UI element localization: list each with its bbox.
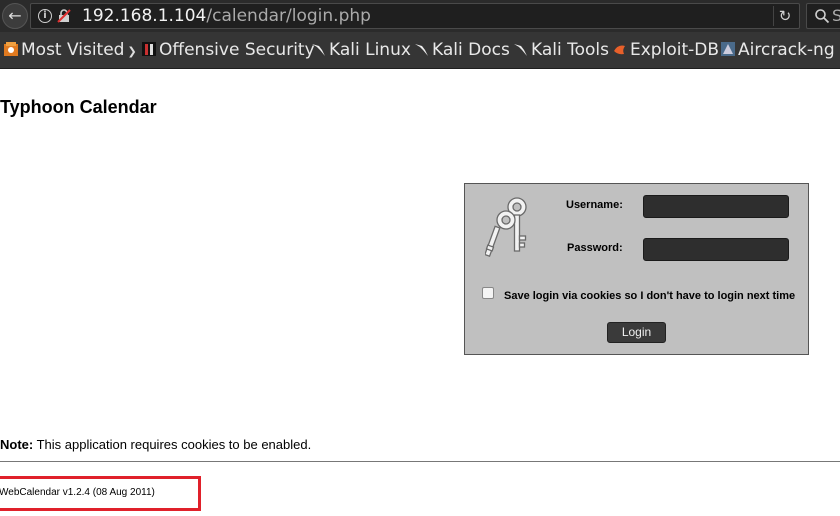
login-button[interactable]: Login [607, 322, 666, 343]
cookies-note: Note: This application requires cookies … [0, 437, 311, 452]
bookmark-aircrack-ng[interactable]: Aircrack-ng [720, 32, 835, 68]
remember-login-label[interactable]: Save login via cookies so I don't have t… [504, 290, 795, 302]
page-title: Typhoon Calendar [0, 97, 157, 117]
bookmark-offensive-security[interactable]: Offensive Security [141, 32, 315, 68]
browser-toolbar: ← i 192.168.1.104/calendar/login.php ↻ S [0, 0, 840, 32]
remember-login-checkbox[interactable] [482, 287, 494, 299]
kali-dragon-icon [312, 44, 325, 56]
insecure-lock-icon[interactable] [57, 9, 71, 23]
bookmark-kali-linux[interactable]: Kali Linux [311, 32, 411, 68]
bookmark-label: Offensive Security [159, 40, 315, 60]
footer-divider [0, 461, 840, 462]
search-box[interactable]: S [806, 3, 840, 29]
most-visited-icon [4, 42, 18, 56]
kali-dragon-icon [514, 44, 527, 56]
kali-dragon-icon [415, 44, 428, 56]
bookmark-most-visited[interactable]: Most Visited ❯ [3, 32, 137, 68]
bookmarks-toolbar: Most Visited ❯ Offensive Security Kali Li… [0, 32, 840, 69]
offsec-icon [142, 42, 156, 56]
address-bar[interactable]: i 192.168.1.104/calendar/login.php ↻ [30, 3, 800, 29]
note-text: This application requires cookies to be … [33, 437, 312, 452]
bookmark-label: Kali Tools [531, 40, 609, 60]
note-prefix: Note: [0, 437, 34, 452]
keys-icon [485, 197, 527, 258]
bookmark-label: Exploit-DB [630, 40, 719, 60]
password-input[interactable] [643, 238, 789, 261]
bookmark-kali-tools[interactable]: Kali Tools [513, 32, 609, 68]
info-icon[interactable]: i [38, 9, 52, 23]
bookmark-exploit-db[interactable]: Exploit-DB [612, 32, 719, 68]
bookmark-label: Kali Docs [432, 40, 510, 60]
bookmark-label: Aircrack-ng [738, 40, 835, 60]
bookmark-kali-docs[interactable]: Kali Docs [414, 32, 510, 68]
chevron-down-icon: ❯ [127, 45, 137, 58]
aircrack-icon [721, 42, 735, 56]
url-text[interactable]: 192.168.1.104/calendar/login.php [82, 5, 371, 27]
bookmark-label: Most Visited [21, 40, 125, 60]
exploit-db-icon [614, 45, 625, 55]
search-icon [815, 9, 830, 24]
back-button[interactable]: ← [2, 3, 28, 29]
url-path: /calendar/login.php [206, 6, 371, 26]
login-panel: Username: Password: Save login via cooki… [464, 183, 809, 355]
url-host: 192.168.1.104 [82, 6, 207, 26]
password-label: Password: [567, 242, 623, 254]
reload-icon[interactable]: ↻ [773, 6, 796, 26]
bookmark-label: Kali Linux [329, 40, 411, 60]
username-label: Username: [566, 199, 623, 211]
version-text: WebCalendar v1.2.4 (08 Aug 2011) [0, 487, 155, 498]
back-arrow-icon: ← [8, 6, 22, 25]
username-input[interactable] [643, 195, 789, 218]
search-placeholder: S [832, 6, 840, 25]
